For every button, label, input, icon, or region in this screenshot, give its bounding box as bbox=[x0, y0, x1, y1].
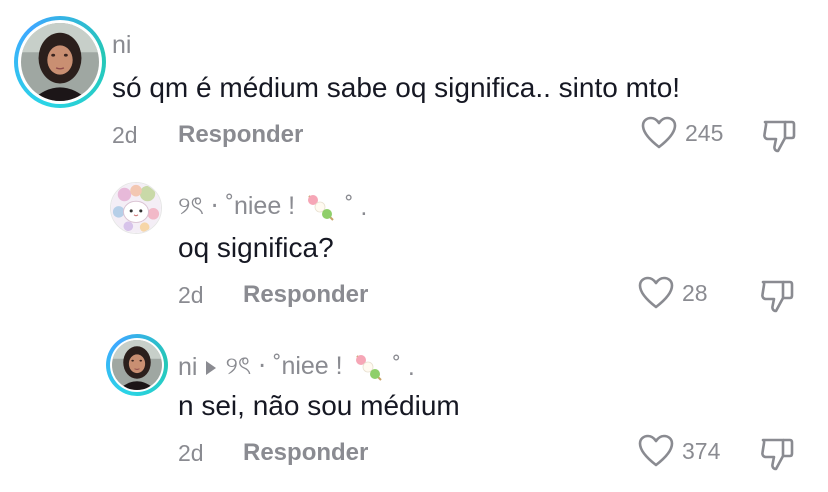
reply-to-username[interactable]: ୨ৎ ⋅ ˚niee ! bbox=[225, 346, 342, 389]
reply-to-suffix: ˚ . bbox=[392, 353, 415, 381]
username-text: ୨ৎ ⋅ ˚niee ! bbox=[178, 192, 296, 220]
username-text: ni bbox=[178, 353, 198, 381]
comment-text: n sei, não sou médium bbox=[178, 390, 460, 421]
like-button[interactable]: 374 bbox=[638, 434, 720, 468]
reply-button[interactable]: Responder bbox=[243, 281, 368, 309]
reply-button[interactable]: Responder bbox=[243, 439, 368, 467]
heart-outline-icon bbox=[638, 276, 674, 309]
comment-text: só qm é médium sabe oq significa.. sinto… bbox=[112, 72, 681, 103]
like-count: 374 bbox=[682, 437, 721, 464]
dislike-button[interactable] bbox=[759, 436, 795, 477]
like-count: 28 bbox=[682, 279, 708, 306]
username-text: ni bbox=[112, 31, 132, 59]
comment-time: 2d bbox=[178, 440, 204, 466]
comment-username[interactable]: ୨ৎ ⋅ ˚niee ! ˚ . bbox=[178, 186, 367, 229]
like-button[interactable]: 28 bbox=[638, 276, 708, 310]
comment-1: ni só qm é médium sabe oq significa.. si… bbox=[0, 0, 828, 170]
comment-2: ୨ৎ ⋅ ˚niee ! ˚ . oq significa? 2d Respon… bbox=[0, 170, 828, 330]
thumbs-down-outline-icon bbox=[761, 438, 794, 471]
avatar-photo-ni bbox=[21, 23, 99, 101]
heart-outline-icon bbox=[641, 116, 677, 149]
comment-username[interactable]: ni bbox=[112, 31, 131, 60]
username-suffix: ˚ . bbox=[345, 193, 368, 221]
comment-time: 2d bbox=[178, 282, 204, 308]
play-triangle-icon bbox=[206, 360, 217, 375]
avatar-photo-niee bbox=[111, 183, 161, 233]
dango-emoji-icon bbox=[355, 354, 382, 381]
comment-text: oq significa? bbox=[178, 232, 334, 263]
reply-button[interactable]: Responder bbox=[178, 121, 303, 149]
comment-username[interactable]: ni ୨ৎ ⋅ ˚niee ! ˚ . bbox=[178, 346, 415, 389]
like-count: 245 bbox=[685, 119, 724, 146]
comment-3: ni ୨ৎ ⋅ ˚niee ! ˚ . n sei, não sou médiu… bbox=[0, 330, 828, 492]
dislike-button[interactable] bbox=[761, 118, 797, 159]
thumbs-down-outline-icon bbox=[763, 120, 796, 153]
avatar[interactable] bbox=[14, 16, 106, 108]
like-button[interactable]: 245 bbox=[641, 116, 723, 150]
dislike-button[interactable] bbox=[759, 278, 795, 319]
thumbs-down-outline-icon bbox=[761, 280, 794, 313]
avatar[interactable] bbox=[110, 182, 162, 234]
avatar[interactable] bbox=[106, 334, 168, 396]
dango-emoji-icon bbox=[308, 194, 334, 221]
avatar-photo-ni bbox=[112, 340, 162, 390]
comment-time: 2d bbox=[112, 122, 138, 148]
heart-outline-icon bbox=[638, 434, 674, 467]
